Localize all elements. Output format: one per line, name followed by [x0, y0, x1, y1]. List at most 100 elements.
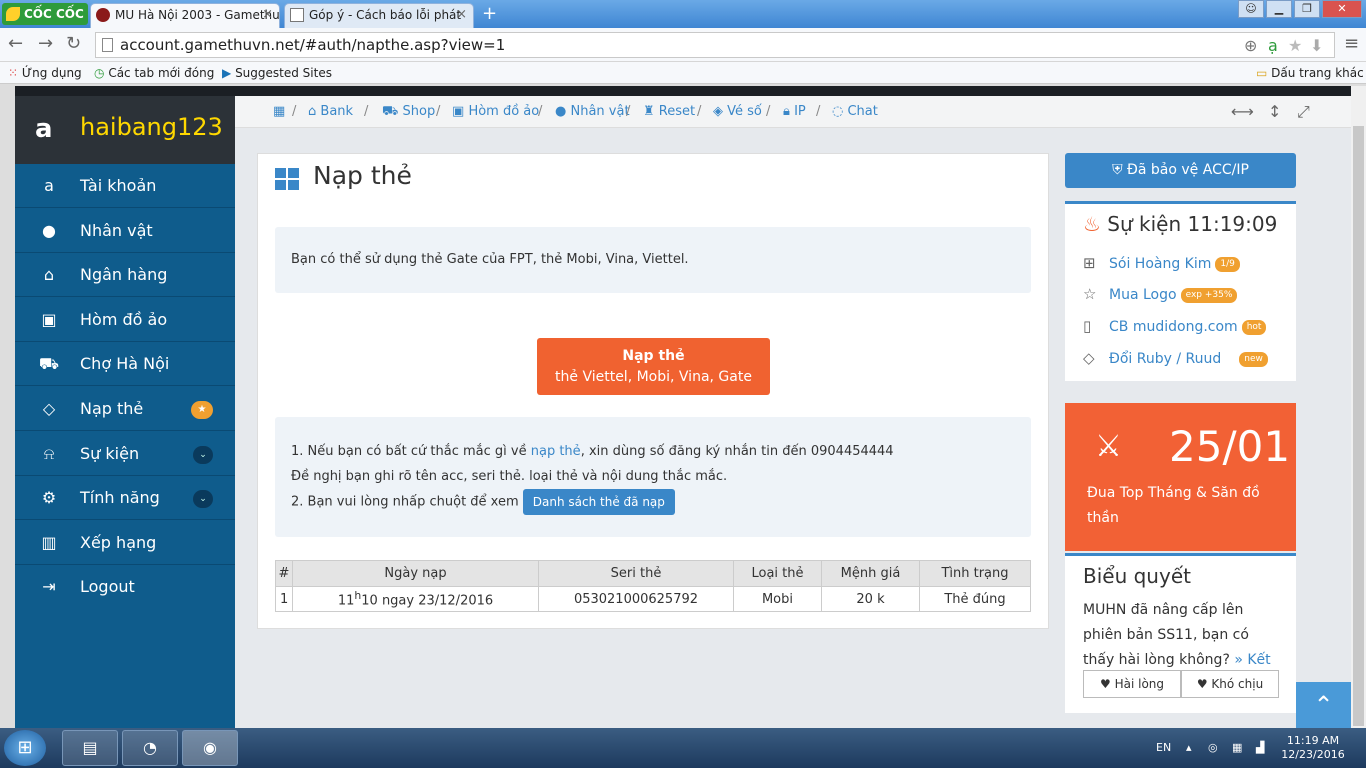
amazon-icon: a [35, 114, 53, 144]
cell-date: 11h10 ngay 23/12/2016 [292, 586, 539, 612]
start-button[interactable]: ⊞ [4, 730, 46, 766]
event-badge: new [1239, 351, 1268, 367]
breadcrumb-bank[interactable]: ⌂ Bank [308, 96, 353, 128]
explorer-taskbar-icon[interactable]: ▤ [62, 730, 118, 766]
mobile-icon: ▯ [1083, 317, 1092, 335]
mu-game-taskbar-icon[interactable]: ◉ [182, 730, 238, 766]
reset-icon: ♜ [643, 104, 655, 119]
network-tray-icon[interactable]: ▦ [1232, 728, 1242, 768]
zoom-icon[interactable]: ⊕ [1244, 34, 1257, 58]
breadcrumb-label: Vé số [727, 104, 762, 119]
bookmark-other[interactable]: ▭ Dấu trang khác [1256, 63, 1364, 83]
bookmark-suggested[interactable]: ▶ Suggested Sites [222, 63, 332, 83]
breadcrumb-shop[interactable]: ⛟ Shop [382, 96, 435, 128]
poll-yes-button[interactable]: ♥ Hài lòng [1083, 670, 1181, 698]
logo-text: CỐC CỐC [24, 7, 84, 21]
coccoc-logo[interactable]: CỐC CỐC [2, 3, 88, 25]
reload-icon[interactable]: ↻ [66, 34, 81, 54]
sidebar-item-ngan-hang[interactable]: ⌂ Ngân hàng [15, 253, 235, 297]
event-mua-logo[interactable]: ☆ Mua Logo exp +35% [1083, 282, 1238, 306]
sidebar-item-cho-ha-noi[interactable]: ⛟ Chợ Hà Nội [15, 342, 235, 386]
tab-mu-hanoi[interactable]: MU Hà Nội 2003 - Gamethu × [90, 3, 280, 28]
minimize-button[interactable]: ▁ [1266, 0, 1292, 18]
document-icon [290, 8, 304, 22]
page-scrollbar[interactable] [1351, 86, 1366, 728]
horizontal-resize-icon[interactable]: ⟷ [1231, 96, 1254, 128]
bookmark-new-tabs[interactable]: ◷ Các tab mới đóng [94, 63, 214, 83]
coccoc-tray-icon[interactable]: ◎ [1208, 728, 1218, 768]
promo-box[interactable]: ⚔ 25/01 Đua Top Tháng & Săn đồ thần [1065, 403, 1296, 551]
address-bar[interactable]: account.gamethuvn.net/#auth/napthe.asp?v… [95, 32, 1335, 58]
event-cb-mudidong[interactable]: ▯ CB mudidong.com hot [1083, 314, 1267, 338]
star-icon[interactable]: ★ [1288, 34, 1302, 58]
breadcrumb-hom-do-ao[interactable]: ▣ Hòm đồ ảo [452, 96, 539, 128]
sidebar-item-nap-the[interactable]: ◇ Nạp thẻ ★ [15, 387, 235, 431]
new-tab-button[interactable]: + [482, 4, 497, 24]
protect-acc-button[interactable]: ⛨ Đã bảo vệ ACC/IP [1065, 153, 1296, 188]
scroll-to-top-button[interactable]: ⌃ [1296, 682, 1351, 728]
warrior-icon: ⚔ [1095, 429, 1122, 464]
calendar-icon[interactable]: ▦ [273, 96, 285, 128]
nap-the-button[interactable]: Nạp thẻ thẻ Viettel, Mobi, Vina, Gate [537, 338, 770, 395]
breadcrumb-reset[interactable]: ♜ Reset [643, 96, 695, 128]
vertical-resize-icon[interactable]: ↕ [1268, 96, 1281, 128]
heart-icon: ♥ [1099, 677, 1111, 691]
sidebar-item-su-kien[interactable]: ⍾ Sự kiện ⌄ [15, 432, 235, 476]
sidebar-item-label: Hòm đồ ảo [80, 310, 168, 329]
coccoc-extension-icon[interactable]: ạ [1268, 34, 1278, 58]
event-soi-hoang-kim[interactable]: ⊞ Sói Hoàng Kim 1/9 [1083, 251, 1240, 275]
nap-the-link[interactable]: nạp thẻ [531, 444, 581, 459]
shield-user-icon: ⛨ [1112, 162, 1123, 178]
close-icon[interactable]: × [262, 4, 273, 26]
tray-up-icon[interactable]: ▴ [1186, 728, 1192, 768]
main-card: Nạp thẻ Bạn có thể sử dụng thẻ Gate của … [257, 153, 1049, 629]
sidebar-item-tinh-nang[interactable]: ⚙ Tính năng ⌄ [15, 476, 235, 520]
events-panel: ♨ Sự kiện 11:19:09 ⊞ Sói Hoàng Kim 1/9 ☆ Mu… [1065, 201, 1296, 381]
mu-favicon-icon [96, 8, 110, 22]
url-text: account.gamethuvn.net/#auth/napthe.asp?v… [120, 36, 506, 54]
sidebar-item-xep-hang[interactable]: ▥ Xếp hạng [15, 521, 235, 565]
poll-no-label: Khó chịu [1211, 677, 1264, 691]
tab-gop-y[interactable]: Góp ý - Cách báo lỗi phát × [284, 3, 474, 28]
event-label: Mua Logo [1109, 287, 1177, 303]
breadcrumb-ip[interactable]: 🔒︎ IP [783, 96, 806, 128]
language-indicator[interactable]: EN [1156, 728, 1171, 768]
coccoc-taskbar-icon[interactable]: ◔ [122, 730, 178, 766]
sidebar-item-logout[interactable]: ⇥ Logout [15, 565, 235, 609]
breadcrumb-chat[interactable]: ◌ Chat [832, 96, 878, 128]
download-icon[interactable]: ⬇ [1310, 34, 1323, 58]
gift-icon: ⊞ [1083, 254, 1096, 272]
menu-icon[interactable]: ≡ [1344, 34, 1359, 54]
tab-title: Góp ý - Cách báo lỗi phát [309, 8, 462, 22]
notes-well: 1. Nếu bạn có bất cứ thắc mắc gì về nạp … [275, 417, 1031, 537]
event-badge: 1/9 [1215, 256, 1240, 272]
close-icon[interactable]: × [456, 4, 467, 26]
fullscreen-icon[interactable]: ⤢ [1297, 96, 1310, 128]
bookmark-label: Các tab mới đóng [108, 66, 215, 80]
sidebar-item-hom-do-ao[interactable]: ▣ Hòm đồ ảo [15, 298, 235, 342]
profile-icon[interactable]: ☺ [1238, 0, 1264, 18]
sidebar-item-nhan-vat[interactable]: ● Nhân vật [15, 209, 235, 253]
back-icon[interactable]: ← [8, 34, 23, 54]
scrollbar-thumb[interactable] [1353, 126, 1364, 726]
chevron-down-icon[interactable]: ⌄ [193, 446, 213, 464]
event-doi-ruby[interactable]: ◇ Đổi Ruby / Ruud new [1083, 346, 1268, 370]
signal-tray-icon[interactable]: ▟ [1256, 728, 1264, 768]
sidebar-item-label: Tính năng [80, 488, 160, 507]
poll-no-button[interactable]: ♥ Khó chịu [1181, 670, 1279, 698]
sidebar-item-label: Sự kiện [80, 444, 140, 463]
restore-button[interactable]: ❐ [1294, 0, 1320, 18]
separator: / [436, 104, 441, 119]
button-subtitle: thẻ Viettel, Mobi, Vina, Gate [555, 369, 752, 385]
clock[interactable]: 11:19 AM 12/23/2016 [1280, 734, 1346, 762]
note-line-3: 2. Bạn vui lòng nhấp chuột để xem Danh s… [291, 489, 1031, 515]
forward-icon[interactable]: → [38, 34, 53, 54]
close-window-button[interactable]: ✕ [1322, 0, 1362, 18]
chevron-down-icon[interactable]: ⌄ [193, 490, 213, 508]
separator: / [538, 104, 543, 119]
card-list-button[interactable]: Danh sách thẻ đã nạp [522, 489, 675, 515]
breadcrumb-ve-so[interactable]: ◈ Vé số [713, 96, 762, 128]
bookmark-apps[interactable]: ⁙ Ứng dụng [8, 63, 82, 83]
sidebar-item-tai-khoan[interactable]: a Tài khoản [15, 164, 235, 208]
breadcrumb-nhan-vat[interactable]: ● Nhân vật [555, 96, 630, 128]
